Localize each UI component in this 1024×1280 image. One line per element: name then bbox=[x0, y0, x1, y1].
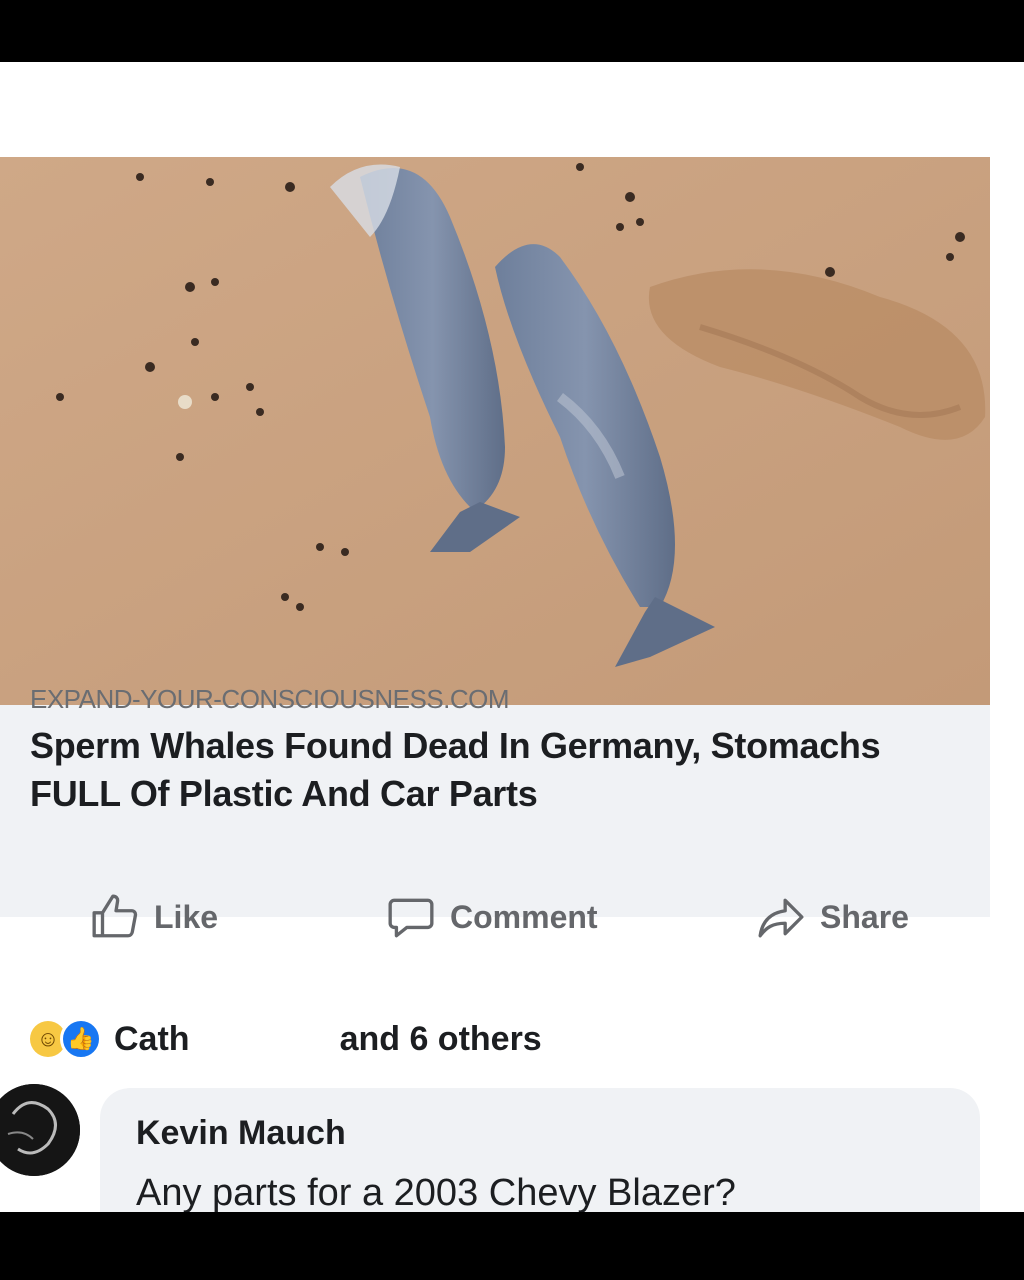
like-button[interactable]: Like bbox=[90, 882, 218, 952]
comment-author[interactable]: Kevin Mauch bbox=[136, 1114, 346, 1153]
facebook-post-screenshot: EXPAND-YOUR-CONSCIOUSNESS.COM Sperm Whal… bbox=[0, 62, 1024, 1212]
whales-on-beach-image bbox=[0, 157, 990, 705]
share-button[interactable]: Share bbox=[756, 882, 909, 952]
comment-text: Any parts for a 2003 Chevy Blazer? bbox=[136, 1172, 736, 1212]
thumbs-up-icon bbox=[92, 894, 138, 938]
reactor-others[interactable]: and 6 others bbox=[340, 1020, 542, 1059]
like-label: Like bbox=[154, 898, 219, 935]
link-headline[interactable]: Sperm Whales Found Dead In Germany, Stom… bbox=[30, 722, 930, 818]
comment-bubble: Kevin Mauch Any parts for a 2003 Chevy B… bbox=[100, 1088, 980, 1212]
comment-button[interactable]: Comment bbox=[386, 882, 598, 952]
avatar-image bbox=[0, 1084, 80, 1176]
link-domain: EXPAND-YOUR-CONSCIOUSNESS.COM bbox=[30, 684, 510, 714]
share-arrow-icon bbox=[758, 898, 804, 938]
comment-label: Comment bbox=[450, 898, 598, 935]
avatar[interactable] bbox=[0, 1084, 80, 1176]
comment-bubble-icon bbox=[388, 898, 434, 938]
reactor-name[interactable]: Cath bbox=[114, 1020, 190, 1059]
like-reaction-icon: 👍 bbox=[60, 1018, 102, 1060]
reactions-summary[interactable]: ☺ 👍 Cath and 6 others bbox=[30, 1014, 542, 1064]
share-label: Share bbox=[820, 898, 909, 935]
post-image[interactable] bbox=[0, 157, 990, 705]
post-action-bar: Like Comment Share bbox=[0, 882, 1024, 962]
